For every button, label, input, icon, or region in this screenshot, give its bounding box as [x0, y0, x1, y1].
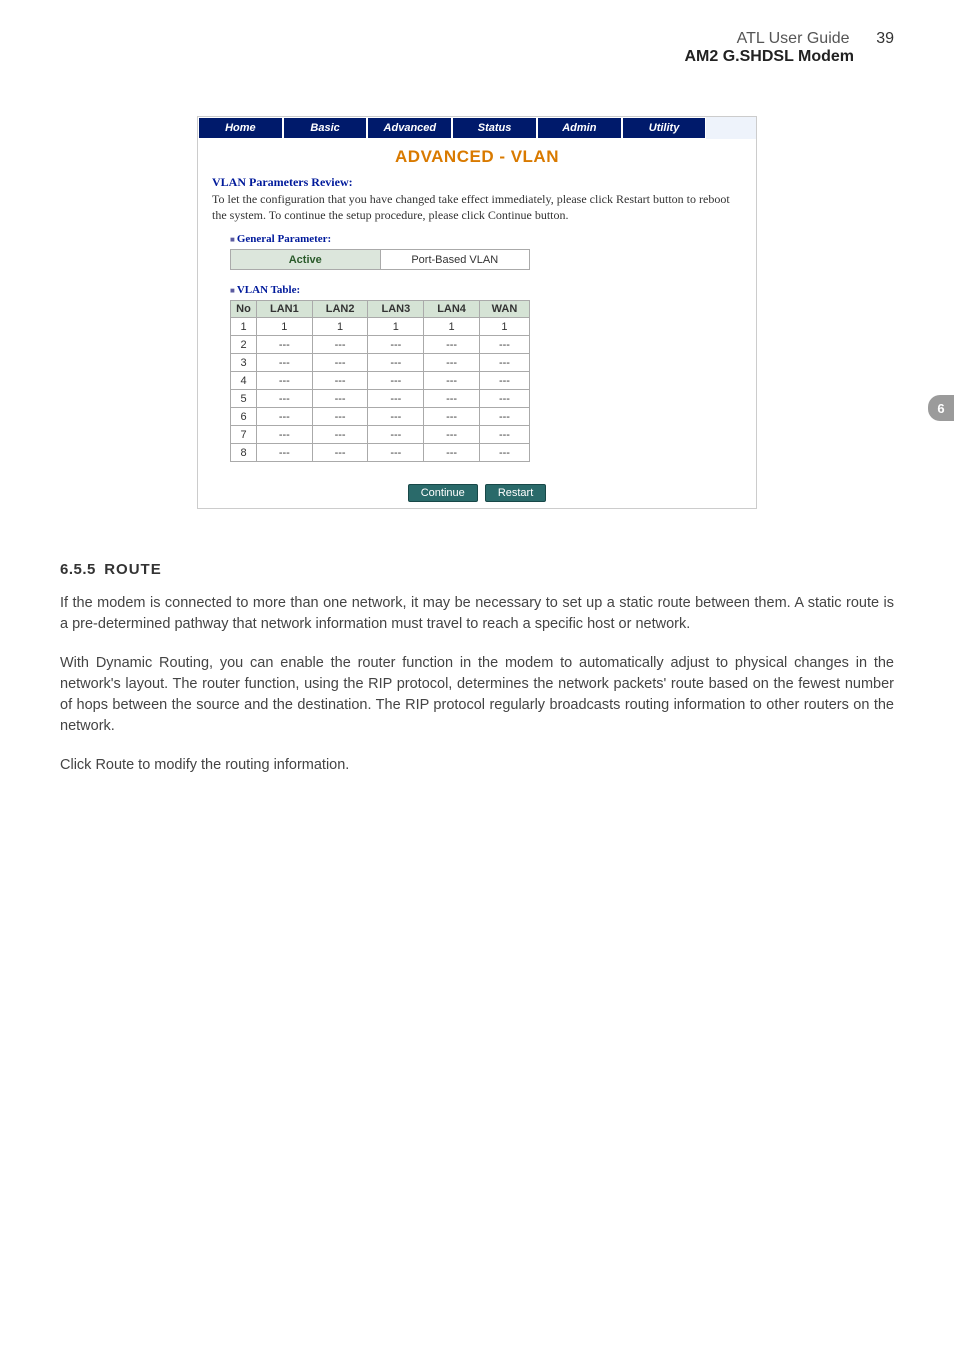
table-row: 3--------------- [231, 354, 530, 372]
nav-tab-home[interactable]: Home [198, 117, 283, 139]
vlan-table-label: VLAN Table: [230, 284, 742, 296]
th-lan4: LAN4 [424, 301, 480, 318]
document-body: 6.5.5 ROUTE If the modem is connected to… [0, 509, 954, 776]
paragraph: With Dynamic Routing, you can enable the… [60, 653, 894, 737]
doc-subtitle: AM2 G.SHDSL Modem [0, 48, 854, 66]
general-parameter-label: General Parameter: [230, 233, 742, 245]
page-header: ATL User Guide 39 AM2 G.SHDSL Modem [0, 0, 954, 76]
nav-bar: Home Basic Advanced Status Admin Utility [198, 117, 756, 139]
vlan-table: No LAN1 LAN2 LAN3 LAN4 WAN 111111 2-----… [230, 300, 530, 462]
nav-tab-basic[interactable]: Basic [283, 117, 368, 139]
th-wan: WAN [479, 301, 529, 318]
nav-tab-advanced[interactable]: Advanced [367, 117, 452, 139]
doc-title: ATL User Guide [737, 30, 850, 47]
param-active: Active [231, 250, 381, 270]
paragraph: If the modem is connected to more than o… [60, 593, 894, 635]
page-number: 39 [854, 30, 894, 48]
table-row: 5--------------- [231, 390, 530, 408]
table-row: 8--------------- [231, 444, 530, 462]
th-lan3: LAN3 [368, 301, 424, 318]
paragraph: Click Route to modify the routing inform… [60, 755, 894, 776]
table-row: 6--------------- [231, 408, 530, 426]
table-row: 111111 [231, 318, 530, 336]
section-heading: 6.5.5 ROUTE [60, 559, 894, 581]
table-row: 4--------------- [231, 372, 530, 390]
th-no: No [231, 301, 257, 318]
chapter-tab: 6 [928, 395, 954, 421]
review-heading: VLAN Parameters Review: [212, 175, 742, 190]
nav-tab-utility[interactable]: Utility [622, 117, 707, 139]
vlan-header-row: No LAN1 LAN2 LAN3 LAN4 WAN [231, 301, 530, 318]
general-parameter-table: Active Port-Based VLAN [230, 249, 530, 270]
button-row: Continue Restart [198, 474, 756, 508]
embedded-screenshot: Home Basic Advanced Status Admin Utility… [197, 116, 757, 509]
th-lan1: LAN1 [257, 301, 313, 318]
table-row: 7--------------- [231, 426, 530, 444]
screenshot-title: ADVANCED - VLAN [198, 139, 756, 171]
section-number: 6.5.5 [60, 561, 96, 578]
review-text: To let the configuration that you have c… [212, 192, 742, 223]
continue-button[interactable]: Continue [408, 484, 478, 502]
nav-tab-status[interactable]: Status [452, 117, 537, 139]
th-lan2: LAN2 [312, 301, 368, 318]
restart-button[interactable]: Restart [485, 484, 546, 502]
table-row: 2--------------- [231, 336, 530, 354]
nav-tab-admin[interactable]: Admin [537, 117, 622, 139]
nav-spacer [706, 117, 756, 139]
section-title: ROUTE [104, 561, 162, 578]
param-value: Port-Based VLAN [380, 250, 530, 270]
